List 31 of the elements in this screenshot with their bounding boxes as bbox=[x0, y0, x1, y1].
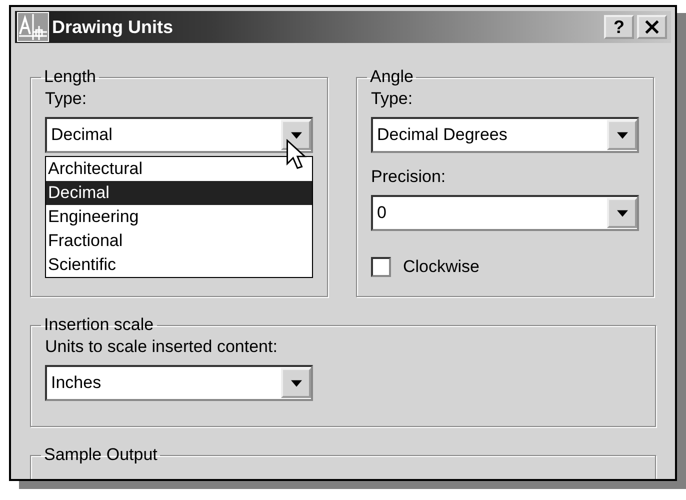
dropdown-button[interactable] bbox=[607, 120, 637, 150]
checkbox-label: Clockwise bbox=[403, 257, 480, 277]
caret-icon bbox=[616, 132, 628, 138]
precision-label: Precision: bbox=[371, 167, 447, 187]
help-button[interactable]: ? bbox=[604, 15, 634, 39]
precision-dropdown[interactable]: 0 bbox=[371, 195, 639, 231]
checkbox[interactable] bbox=[371, 257, 391, 277]
type-dropdown[interactable]: Decimal bbox=[45, 117, 313, 153]
type-dropdown[interactable]: Decimal Degrees bbox=[371, 117, 639, 153]
list-option[interactable]: Decimal bbox=[46, 181, 312, 205]
list-option[interactable]: Scientific bbox=[46, 253, 312, 277]
type-label: Type: bbox=[45, 89, 88, 109]
close-icon bbox=[645, 20, 659, 34]
dropdown-button[interactable] bbox=[281, 120, 311, 150]
drafting-grid-icon bbox=[17, 12, 49, 42]
group-legend: Sample Output bbox=[41, 445, 160, 465]
group-legend: Angle bbox=[367, 67, 416, 87]
units-label: Units to scale inserted content: bbox=[45, 337, 278, 357]
group-legend: Insertion scale bbox=[41, 315, 157, 335]
dropdown-button[interactable] bbox=[281, 368, 311, 398]
caret-icon bbox=[290, 380, 302, 386]
window-title: Drawing Units bbox=[52, 16, 174, 38]
list-option[interactable]: Architectural bbox=[46, 157, 312, 181]
units-dropdown[interactable]: Inches bbox=[45, 365, 313, 401]
dropdown-button[interactable] bbox=[607, 198, 637, 228]
list-option[interactable]: Fractional bbox=[46, 229, 312, 253]
caret-icon bbox=[616, 210, 628, 216]
type-label: Type: bbox=[371, 89, 414, 109]
close-button[interactable] bbox=[637, 15, 667, 39]
list-option[interactable]: Engineering bbox=[46, 205, 312, 229]
group-legend: Length bbox=[41, 67, 99, 87]
